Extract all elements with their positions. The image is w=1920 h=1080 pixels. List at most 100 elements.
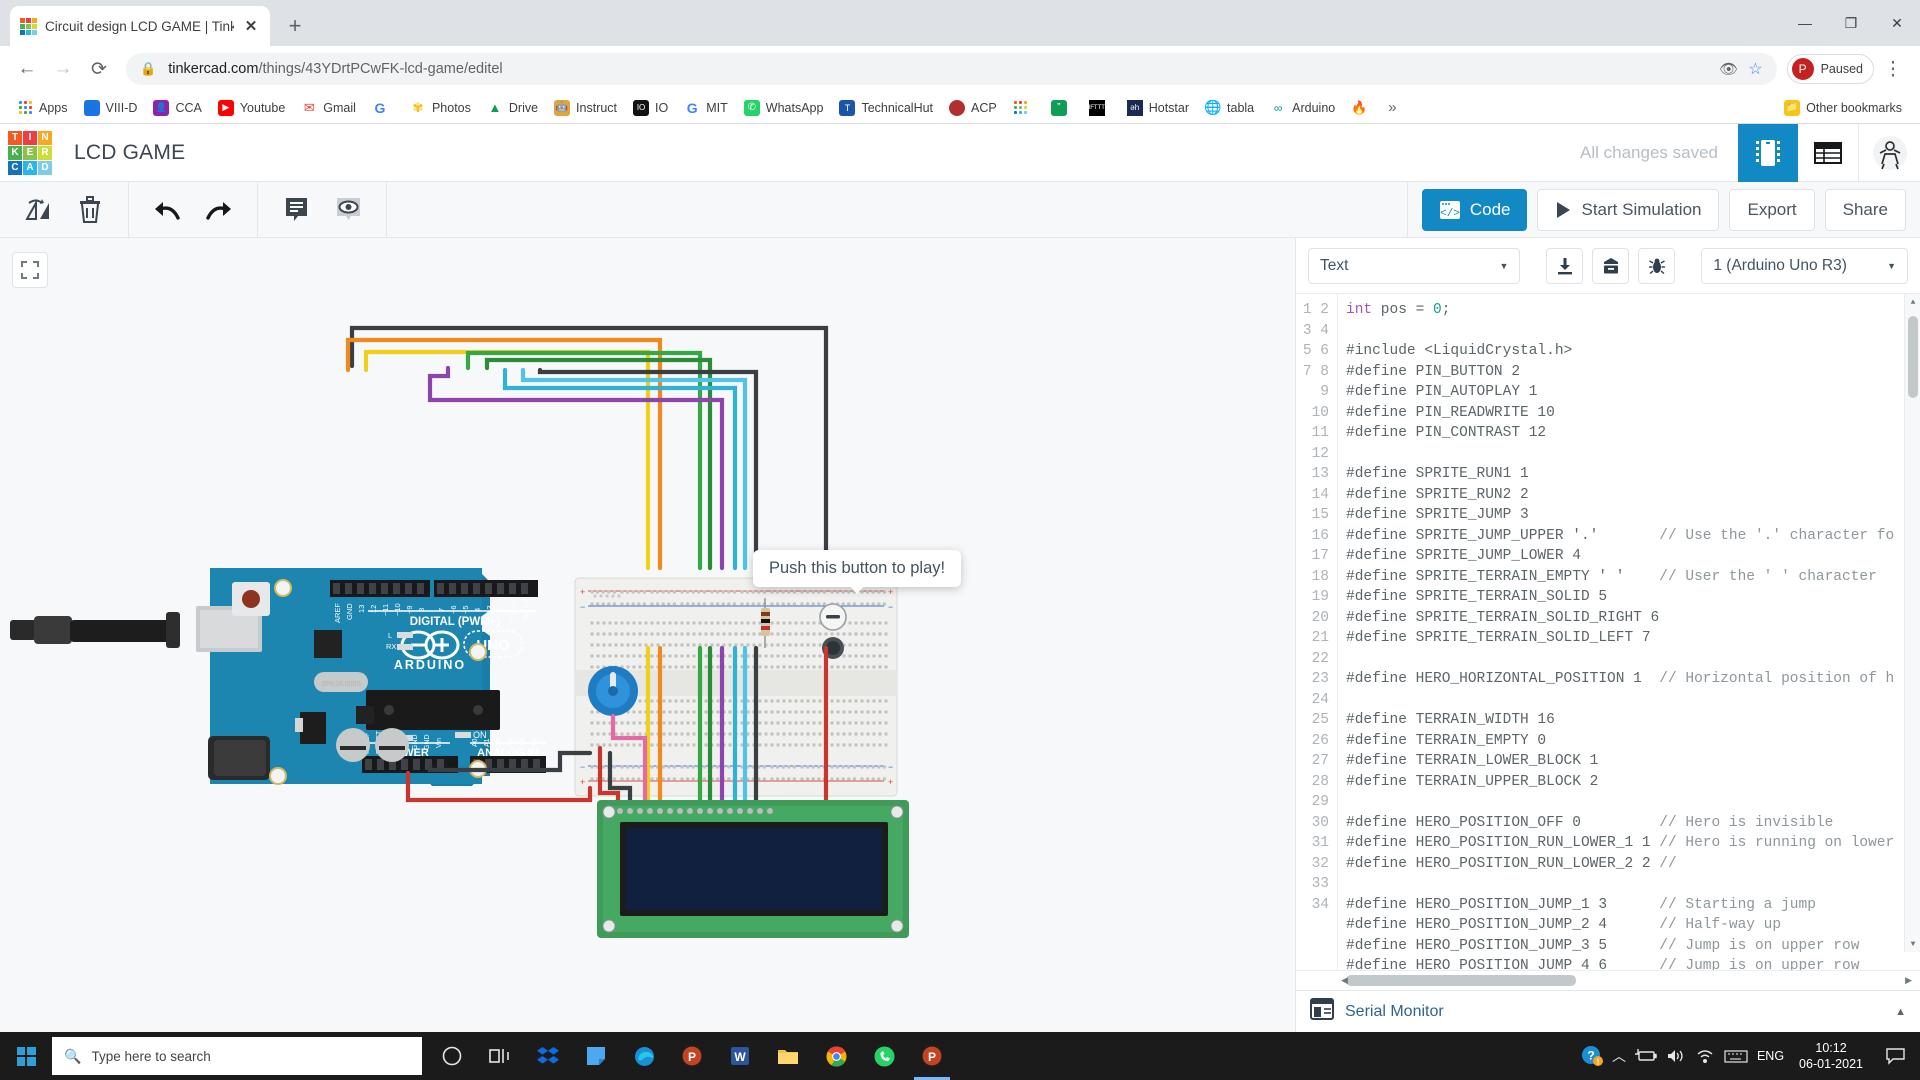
bookmark-whatsapp[interactable]: ✆ WhatsApp: [737, 97, 831, 119]
battery-charging-icon[interactable]: [1635, 1049, 1657, 1063]
toolbar-group-annotate: [258, 182, 387, 238]
bug-icon[interactable]: [1638, 248, 1675, 284]
other-bookmarks-button[interactable]: 📁 Other bookmarks: [1776, 97, 1910, 119]
components-panel-icon[interactable]: [1738, 124, 1798, 182]
visibility-icon[interactable]: [322, 188, 374, 232]
bookmark-youtube[interactable]: ▶ Youtube: [211, 97, 292, 119]
forward-button[interactable]: →: [46, 52, 80, 86]
library-icon[interactable]: [1592, 248, 1629, 284]
scroll-down-icon[interactable]: ▼: [1905, 936, 1920, 952]
notification-icon[interactable]: [1878, 1032, 1912, 1080]
bookmark-photos[interactable]: ✾ Photos: [403, 97, 478, 119]
bookmarks-overflow-button[interactable]: »: [1382, 99, 1402, 116]
serial-monitor-bar[interactable]: Serial Monitor ▲: [1296, 990, 1920, 1032]
svg-text:ARDUINO: ARDUINO: [394, 658, 466, 672]
keyboard-icon[interactable]: [1724, 1049, 1748, 1064]
bookmark-google[interactable]: G: [365, 97, 401, 119]
bookmark-drive[interactable]: ▲ Drive: [480, 97, 545, 119]
download-icon[interactable]: [1546, 248, 1583, 284]
bookmark-tabla[interactable]: 🌐 tabla: [1198, 97, 1261, 119]
hscrollbar-thumb[interactable]: [1346, 975, 1576, 986]
bookmark-label: Photos: [432, 101, 471, 115]
bookmark-hangouts[interactable]: ”: [1044, 97, 1080, 119]
clock[interactable]: 10:12 06-01-2021: [1793, 1040, 1869, 1072]
search-input[interactable]: 🔍 Type here to search: [52, 1037, 422, 1075]
extension-blocked-icon[interactable]: 👁: [1719, 60, 1738, 78]
code-text[interactable]: int pos = 0; #include <LiquidCrystal.h> …: [1338, 294, 1920, 970]
board-select[interactable]: 1 (Arduino Uno R3) ▼: [1701, 248, 1908, 284]
task-view-icon[interactable]: [476, 1032, 524, 1080]
bookmark-viii-d[interactable]: 👤 VIII-D: [77, 97, 145, 119]
maximize-button[interactable]: ❐: [1828, 0, 1874, 46]
chrome-icon[interactable]: [812, 1032, 860, 1080]
bookmark-ifttt[interactable]: IFTTT: [1082, 97, 1118, 119]
new-tab-button[interactable]: +: [280, 11, 310, 41]
undo-icon[interactable]: [141, 188, 193, 232]
word-icon[interactable]: W: [716, 1032, 764, 1080]
serial-monitor-caret[interactable]: ▲: [1895, 1006, 1906, 1018]
whatsapp-icon[interactable]: [860, 1032, 908, 1080]
profile-button[interactable]: P Paused: [1787, 54, 1874, 84]
tinkercad-logo[interactable]: T I N K E R C A D: [8, 131, 52, 175]
edge-icon[interactable]: [620, 1032, 668, 1080]
code-vertical-scrollbar[interactable]: ▲ ▼: [1904, 294, 1920, 952]
cortana-icon[interactable]: [428, 1032, 476, 1080]
powerpoint-icon[interactable]: P: [668, 1032, 716, 1080]
language-indicator[interactable]: ENG: [1757, 1049, 1784, 1063]
start-simulation-button[interactable]: Start Simulation: [1537, 189, 1719, 231]
tab-title: Circuit design LCD GAME | Tinker: [45, 19, 234, 34]
rotate-icon[interactable]: [12, 188, 64, 232]
profile-avatar-icon[interactable]: [1858, 124, 1920, 182]
file-explorer-icon[interactable]: [764, 1032, 812, 1080]
scrollbar-thumb[interactable]: [1908, 316, 1918, 398]
bookmark-io[interactable]: IO IO: [626, 97, 675, 119]
redo-icon[interactable]: [193, 188, 245, 232]
scroll-up-icon[interactable]: ▲: [1905, 294, 1920, 310]
bookmark-cca[interactable]: 👤 CCA: [146, 97, 208, 119]
star-icon[interactable]: ☆: [1748, 59, 1762, 79]
bookmark-instruct[interactable]: 🤖 Instruct: [547, 97, 624, 119]
bookmark-acp[interactable]: ACP: [942, 97, 1004, 119]
chevron-up-icon[interactable]: ︿: [1612, 1046, 1626, 1066]
notes-icon[interactable]: [270, 188, 322, 232]
export-button[interactable]: Export: [1729, 189, 1814, 231]
bookmark-technicalhut[interactable]: T TechnicalHut: [832, 97, 940, 119]
browser-tab[interactable]: Circuit design LCD GAME | Tinker ✕: [10, 6, 270, 46]
scroll-left-icon[interactable]: ◀: [1341, 975, 1348, 986]
code-mode-select[interactable]: Text ▼: [1308, 248, 1520, 284]
code-horizontal-scrollbar[interactable]: ◀ ▶: [1296, 970, 1920, 990]
kebab-menu-icon[interactable]: ⋮: [1876, 52, 1910, 86]
circuit-canvas[interactable]: AREF GND 13 12 ~11 ~10 ~9 8 7 ~6 ~5 4: [0, 238, 1295, 1032]
dropbox-icon[interactable]: [524, 1032, 572, 1080]
close-window-button[interactable]: ✕: [1874, 0, 1920, 46]
sticky-notes-icon[interactable]: [572, 1032, 620, 1080]
minimize-button[interactable]: —: [1782, 0, 1828, 46]
wifi-icon[interactable]: [1695, 1048, 1715, 1064]
circuit-drawing: AREF GND 13 12 ~11 ~10 ~9 8 7 ~6 ~5 4: [0, 248, 950, 948]
volume-icon[interactable]: [1666, 1048, 1686, 1064]
bookmark-hotstar[interactable]: əh Hotstar: [1120, 97, 1196, 119]
chevron-down-icon: ▼: [1887, 261, 1896, 271]
bookmark-tinkercad[interactable]: [1006, 97, 1042, 119]
bookmark-arduino[interactable]: ∞ Arduino: [1263, 97, 1342, 119]
delete-icon[interactable]: [64, 188, 116, 232]
bookmark-gmail[interactable]: ✉ Gmail: [294, 97, 363, 119]
powerpoint-active-icon[interactable]: P: [908, 1032, 956, 1080]
logo-letter: D: [38, 161, 52, 175]
scroll-right-icon[interactable]: ▶: [1905, 975, 1912, 986]
clock-time: 10:12: [1799, 1040, 1863, 1056]
address-bar[interactable]: 🔒 tinkercad.com/things/43YDrtPCwFK-lcd-g…: [126, 53, 1777, 85]
tab-close-icon[interactable]: ✕: [242, 17, 260, 35]
bookmark-apps[interactable]: Apps: [10, 97, 75, 119]
bookmark-label: Arduino: [1292, 101, 1335, 115]
bookmark-flame[interactable]: 🔥: [1344, 97, 1380, 119]
share-button[interactable]: Share: [1825, 189, 1906, 231]
start-button[interactable]: [0, 1032, 52, 1080]
back-button[interactable]: ←: [10, 52, 44, 86]
help-question-icon[interactable]: ? !: [1581, 1045, 1603, 1067]
code-button[interactable]: </> Code: [1422, 189, 1528, 231]
list-view-icon[interactable]: [1798, 124, 1858, 182]
reload-button[interactable]: ⟳: [82, 52, 116, 86]
bookmark-mit[interactable]: G MIT: [677, 97, 735, 119]
code-editor[interactable]: 1 2 3 4 5 6 7 8 9 10 11 12 13 14 15 16 1…: [1296, 294, 1920, 970]
